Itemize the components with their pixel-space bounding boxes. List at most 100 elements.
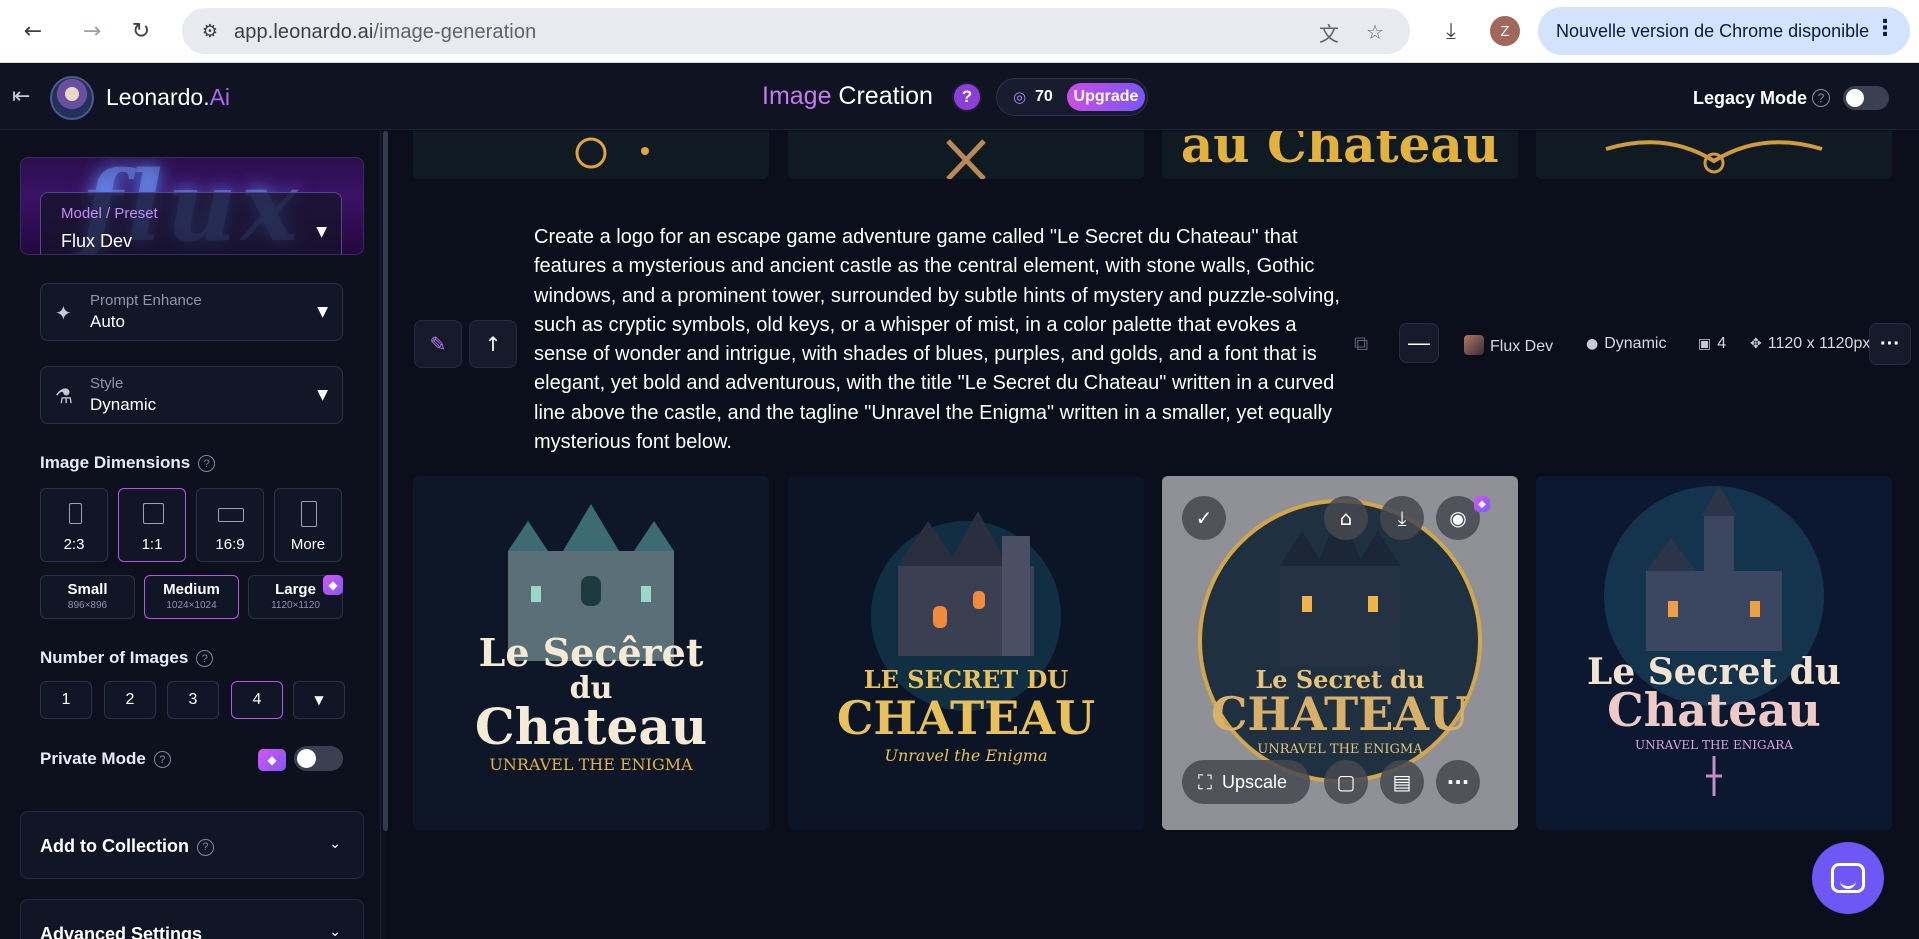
app-header: ⇤ Leonardo.Ai Image Creation ? ◎ 70 Upgr…: [0, 64, 1919, 130]
generated-image-4[interactable]: Le Secret du Chateau UNRAVEL THE ENIGARA: [1536, 476, 1892, 830]
upscale-button[interactable]: ⛶ Upscale: [1182, 760, 1310, 804]
drop-icon: ●: [1586, 336, 1599, 352]
private-mode-title: Private Mode?: [40, 749, 171, 769]
token-icon: ◎: [1013, 88, 1027, 106]
meta-model: Flux Dev: [1464, 335, 1553, 356]
reload-icon[interactable]: ↻: [124, 14, 158, 48]
image-tagline: Unravel the Enigma: [884, 746, 1047, 765]
chevron-down-icon: ▼: [317, 304, 328, 320]
address-bar[interactable]: ⚙ app.leonardo.ai/image-generation 文 ☆: [182, 8, 1410, 54]
profile-avatar[interactable]: Z: [1490, 16, 1520, 46]
ratio-label: 16:9: [215, 536, 245, 553]
translate-icon[interactable]: 文: [1316, 19, 1342, 46]
image-title-line1: LE SECRET DU: [864, 665, 1069, 694]
prompt-text[interactable]: Create a logo for an escape game adventu…: [534, 223, 1354, 457]
support-chat-button[interactable]: [1812, 842, 1884, 914]
previous-image-4[interactable]: [1536, 131, 1892, 179]
brand-name[interactable]: Leonardo.Ai: [106, 84, 230, 111]
help-icon[interactable]: ?: [153, 751, 171, 769]
reuse-prompt-arrow-icon[interactable]: ↑: [469, 320, 517, 368]
model-preset-card[interactable]: flux Model / Preset Flux Dev ▼: [20, 157, 364, 255]
download-icon[interactable]: ⤓: [1380, 496, 1424, 540]
num-images-1-button[interactable]: 1: [40, 681, 92, 719]
page-title-rest: Creation: [831, 82, 933, 110]
ratio-1-1-button[interactable]: 1:1: [118, 488, 186, 562]
image-tagline: UNRAVEL THE ENIGARA: [1635, 738, 1793, 752]
chevron-down-icon: ⌄: [329, 836, 341, 852]
prompt-enhance-dropdown[interactable]: ✦ Prompt Enhance Auto ▼: [40, 283, 343, 341]
prompt-enhance-value: Auto: [90, 312, 125, 331]
castle-logo-art: Le Secêret du Chateau UNRAVEL THE ENIGMA: [475, 504, 707, 774]
url-text[interactable]: app.leonardo.ai/image-generation: [234, 21, 536, 44]
bookmark-star-icon[interactable]: ☆: [1362, 19, 1388, 45]
premium-gem-icon: ◆: [1474, 496, 1490, 512]
folder-icon[interactable]: ⌂: [1324, 496, 1368, 540]
private-mode-toggle[interactable]: [294, 746, 343, 771]
leonardo-logo[interactable]: [50, 76, 94, 120]
add-to-collection-section[interactable]: Add to Collection? ⌄: [20, 811, 364, 879]
collapse-sidebar-icon[interactable]: ⇤: [12, 84, 30, 109]
num-images-4-button[interactable]: 4: [231, 681, 283, 719]
help-icon[interactable]: ?: [196, 838, 214, 856]
num-images-more-dropdown[interactable]: ▼: [293, 681, 345, 719]
more-options-button[interactable]: ···: [1869, 323, 1911, 365]
previous-image-1[interactable]: [413, 131, 769, 179]
image-title-line3: Chateau: [1607, 683, 1821, 737]
select-check-icon[interactable]: ✓: [1182, 496, 1226, 540]
upscale-label: Upscale: [1222, 771, 1288, 792]
number-of-images-text: Number of Images: [40, 648, 189, 667]
ratio-label: More: [290, 536, 326, 553]
chat-icon: [1831, 863, 1865, 893]
previous-image-3[interactable]: au Chateau: [1162, 131, 1518, 179]
page-title-accent: Image: [762, 82, 832, 110]
model-preset-dropdown[interactable]: Model / Preset Flux Dev ▼: [40, 192, 342, 254]
help-icon[interactable]: ?: [196, 650, 214, 668]
num-images-2-button[interactable]: 2: [104, 681, 156, 719]
help-icon[interactable]: ?: [952, 82, 982, 112]
style-dropdown[interactable]: ⚗ Style Dynamic ▼: [40, 366, 343, 424]
video-film-icon[interactable]: ▤: [1380, 760, 1424, 804]
ratio-2-3-button[interactable]: 2:3: [40, 488, 108, 562]
image-title-line1: Le Secêret: [479, 630, 704, 675]
upgrade-button[interactable]: Upgrade: [1067, 83, 1145, 111]
previous-image-art: [946, 139, 986, 179]
image-title-line3: CHATEAU: [1211, 687, 1469, 741]
crop-edit-icon[interactable]: ▢: [1324, 760, 1368, 804]
size-small-button[interactable]: Small 896×896: [40, 575, 135, 619]
num-images-3-button[interactable]: 3: [167, 681, 219, 719]
more-options-icon[interactable]: ···: [1436, 760, 1480, 804]
site-settings-icon[interactable]: ⚙: [198, 19, 222, 43]
magic-wand-icon[interactable]: ✎: [414, 320, 462, 368]
previous-image-title: au Chateau: [1180, 131, 1500, 174]
chrome-menu-icon[interactable]: ⋮: [1874, 17, 1896, 39]
previous-image-2[interactable]: [788, 131, 1144, 179]
ratio-label: 2:3: [63, 536, 85, 553]
ratio-16-9-button[interactable]: 16:9: [196, 488, 264, 562]
advanced-settings-section[interactable]: Advanced Settings ⌄: [20, 899, 364, 939]
generated-image-2[interactable]: LE SECRET DU CHATEAU Unravel the Enigma: [788, 476, 1144, 830]
forward-arrow-icon[interactable]: →: [75, 14, 109, 48]
ratio-more-button[interactable]: More: [274, 488, 342, 562]
model-preset-value: Flux Dev: [61, 231, 133, 251]
back-arrow-icon[interactable]: ←: [16, 14, 50, 48]
generated-image-3[interactable]: Le Secret du CHATEAU UNRAVEL THE ENIGMA …: [1162, 476, 1518, 830]
sidebar-divider: [380, 131, 381, 939]
download-icon[interactable]: ⤓: [1434, 14, 1468, 48]
meta-count: ▣ 4: [1698, 335, 1726, 353]
size-large-button[interactable]: Large 1120×1120 ◆: [248, 575, 343, 619]
image-dimensions-text: Image Dimensions: [40, 453, 191, 472]
chrome-update-button[interactable]: Nouvelle version de Chrome disponible ⋮: [1538, 7, 1910, 55]
legacy-help-icon[interactable]: ?: [1812, 89, 1830, 107]
generated-image-1[interactable]: Le Secêret du Chateau UNRAVEL THE ENIGMA: [413, 476, 769, 830]
size-medium-button[interactable]: Medium 1024×1024: [144, 575, 239, 619]
image-title-line3: CHATEAU: [837, 691, 1095, 745]
update-notice-text: Nouvelle version de Chrome disponible: [1556, 20, 1870, 41]
upscale-icon: ⛶: [1198, 770, 1212, 794]
private-mode-text: Private Mode: [40, 749, 146, 768]
size-name: Medium: [163, 581, 220, 598]
token-balance[interactable]: ◎ 70 Upgrade: [996, 78, 1148, 116]
advanced-settings-title: Advanced Settings: [40, 924, 203, 939]
help-icon[interactable]: ?: [198, 455, 216, 473]
number-of-images-title: Number of Images?: [40, 648, 214, 668]
legacy-mode-toggle[interactable]: [1843, 86, 1889, 110]
